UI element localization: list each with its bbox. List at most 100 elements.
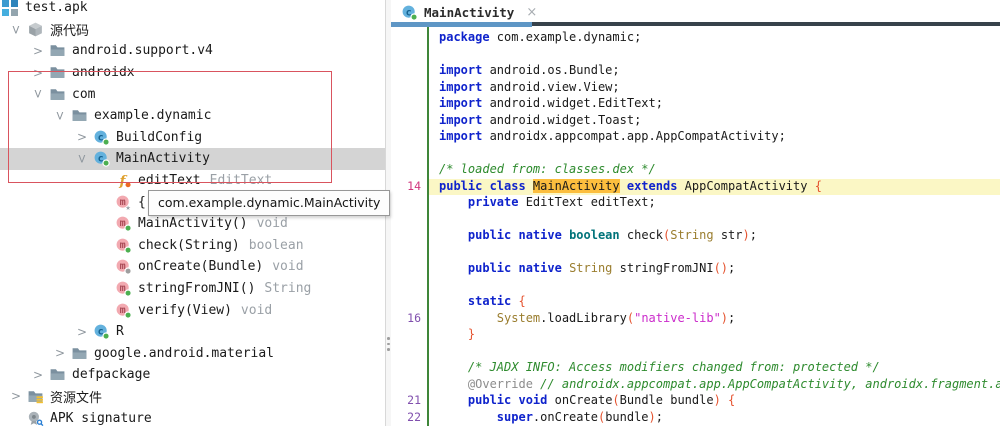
tree-item-label: example.dynamic [94, 108, 212, 124]
class-icon: c [93, 129, 110, 146]
tree-item-edittext-field[interactable]: f editText EditText [0, 170, 385, 192]
tree-item-resources[interactable]: > 资源文件 [0, 386, 385, 408]
gutter-line-number [391, 47, 427, 64]
tree-item-label: androidx [72, 65, 135, 81]
tree-item-google-android-material[interactable]: > google.android.material [0, 343, 385, 365]
code-line-content: @Override // androidx.appcompat.app.AppC… [467, 376, 1000, 391]
gutter-line-number [391, 162, 427, 179]
tree-item-check-method[interactable]: m check(String) boolean [0, 235, 385, 257]
chevron-collapsed-icon[interactable]: > [27, 364, 49, 386]
tree-item-label: 源代码 [50, 23, 90, 39]
tree-item-type: boolean [248, 237, 304, 253]
code-line-content: public void onCreate(Bundle bundle) { [467, 393, 736, 407]
tab-mainactivity[interactable]: c MainActivity × [393, 2, 543, 22]
code-line-content [429, 344, 1000, 361]
gutter-line-number [391, 146, 427, 163]
code-line-content: private EditText editText; [467, 195, 656, 209]
tree-item-label: BuildConfig [116, 129, 203, 145]
gutter-line-number [391, 327, 427, 344]
tree-item-label: defpackage [72, 367, 151, 383]
tree-item-label: check(String) [138, 237, 240, 253]
gutter-divider-line [427, 27, 429, 426]
chevron-expanded-icon[interactable]: > [71, 148, 93, 170]
chevron-collapsed-icon[interactable]: > [27, 62, 49, 84]
code-line-content [429, 245, 1000, 262]
tree-item-defpackage[interactable]: > defpackage [0, 364, 385, 386]
gutter-line-number [391, 80, 427, 97]
tree-item-androidx[interactable]: > androidx [0, 62, 385, 84]
tooltip: com.example.dynamic.MainActivity [148, 190, 391, 216]
tree-item-r-class[interactable]: > c R [0, 321, 385, 343]
code-line-content [429, 146, 1000, 163]
folder-icon [49, 42, 66, 59]
code-line: 16 System.loadLibrary("native-lib"); [391, 311, 1000, 328]
chevron-expanded-icon[interactable]: > [5, 18, 27, 40]
tree-item-test-apk[interactable]: test.apk [0, 0, 385, 19]
gutter-line-number: 21 [407, 393, 421, 407]
gutter-line-number [391, 113, 427, 130]
tree-item-com[interactable]: > com [0, 83, 385, 105]
tree-item-stringfromjni-method[interactable]: m stringFromJNI() String [0, 278, 385, 300]
code-line: import android.widget.Toast; [391, 113, 1000, 130]
chevron-expanded-icon[interactable]: > [27, 83, 49, 105]
gutter-line-number [391, 344, 427, 361]
chevron-collapsed-icon[interactable]: > [71, 321, 93, 343]
tree-item-apk-signature[interactable]: APK signature [0, 407, 385, 426]
splitter-dots-icon [387, 337, 390, 351]
code-line: 22 super.onCreate(bundle); [391, 410, 1000, 426]
tree-item-mainactivity[interactable]: > c MainActivity [0, 148, 385, 170]
tree-item-mainactivity-ctor[interactable]: m MainActivity() void [0, 213, 385, 235]
tree-item-verify-method[interactable]: m verify(View) void [0, 299, 385, 321]
code-line: public native String stringFromJNI(); [391, 261, 1000, 278]
tree-item-buildconfig[interactable]: > c BuildConfig [0, 127, 385, 149]
folder-icon [71, 345, 88, 362]
code-line-content: static { [467, 294, 526, 308]
tree-item-label: MainActivity() [138, 216, 248, 232]
chevron-collapsed-icon[interactable]: > [49, 343, 71, 365]
code-line: 21 public void onCreate(Bundle bundle) { [391, 393, 1000, 410]
tab-label: MainActivity [424, 4, 515, 20]
tree-item-example-dynamic[interactable]: > example.dynamic [0, 105, 385, 127]
code-line: import android.widget.EditText; [391, 96, 1000, 113]
code-line-content: System.loadLibrary("native-lib"); [496, 310, 736, 325]
code-area[interactable]: package com.example.dynamic; import andro… [391, 27, 1000, 426]
chevron-collapsed-icon[interactable]: > [27, 40, 49, 62]
gutter-line-number [391, 96, 427, 113]
code-line-content: import android.os.Bundle; [439, 63, 620, 77]
code-line-content: public native String stringFromJNI(); [467, 261, 736, 275]
tree-item-label: android.support.v4 [72, 43, 213, 59]
code-line: static { [391, 294, 1000, 311]
code-line [391, 146, 1000, 163]
apk-icon [2, 0, 19, 17]
field-icon: f [115, 172, 132, 189]
tree-item-source-code[interactable]: > 源代码 [0, 19, 385, 41]
tree-item-android-support-v4[interactable]: > android.support.v4 [0, 40, 385, 62]
gutter-line-number: 16 [407, 310, 421, 325]
gutter-line-number [391, 195, 427, 212]
chevron-expanded-icon[interactable]: > [49, 105, 71, 127]
gutter-line-number: 14 [407, 178, 421, 193]
method-icon: m [115, 280, 132, 297]
close-icon[interactable]: × [526, 5, 537, 20]
chevron-collapsed-icon[interactable]: > [5, 386, 27, 408]
code-line-content [429, 278, 1000, 295]
method-icon: m [115, 215, 132, 232]
tree-item-label: editText [138, 173, 201, 189]
tree-item-label: com [72, 86, 96, 102]
signature-icon [27, 410, 44, 426]
tree-item-type: void [240, 302, 273, 318]
code-line: /* JADX INFO: Access modifiers changed f… [391, 360, 1000, 377]
tree-item-label: 资源文件 [50, 390, 103, 406]
method-icon: m [115, 237, 132, 254]
tree-item-oncreate-method[interactable]: m onCreate(Bundle) void [0, 256, 385, 278]
tree-item-label: stringFromJNI() [138, 281, 256, 297]
gutter-line-number [391, 245, 427, 262]
chevron-collapsed-icon[interactable]: > [71, 127, 93, 149]
folder-icon [71, 107, 88, 124]
gutter-line-number [391, 212, 427, 229]
tree-item-label: APK signature [50, 410, 152, 426]
code-line-content: public native boolean check(String str); [467, 228, 757, 242]
